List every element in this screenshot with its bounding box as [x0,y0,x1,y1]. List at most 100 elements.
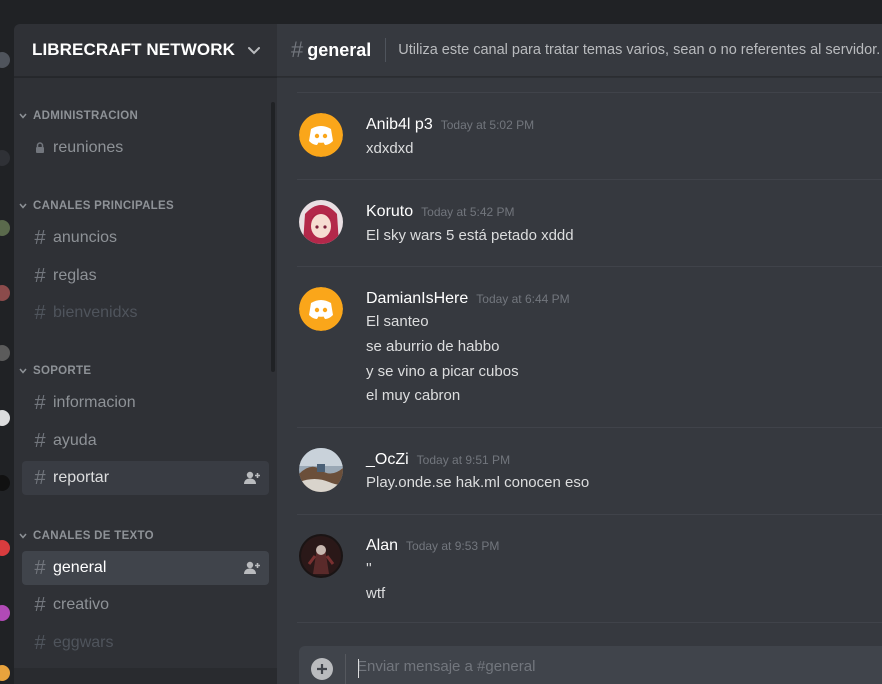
discord-default-avatar-icon [299,287,343,331]
channel-reuniones[interactable]: reuniones [22,131,269,165]
message-text: y se vino a picar cubos [366,363,519,380]
sidebar-scrollbar[interactable] [271,102,275,372]
server-icon[interactable] [0,150,10,166]
hash-icon: # [34,429,46,452]
chat-area: # general Utiliza este canal para tratar… [277,24,882,684]
chevron-down-icon [19,533,27,539]
channel-bienvenidxs[interactable]: # bienvenidxs [22,296,269,330]
dark-figure-avatar-icon [299,534,343,578]
channel-eggwars[interactable]: # eggwars [22,626,269,660]
channel-name: reportar [53,469,110,486]
message-text: el muy cabron [366,387,461,404]
message-divider [297,427,882,428]
hash-icon: # [34,226,46,249]
message-text: Play.onde.se hak.ml conocen eso [366,474,590,491]
message-composer [299,646,882,684]
category-administracion[interactable]: ADMINISTRACION [14,110,138,122]
chevron-down-icon[interactable] [247,43,261,57]
channel-sidebar: LIBRECRAFT NETWORK ADMINISTRACION reunio… [14,24,277,684]
message-author[interactable]: DamianIsHere [366,290,468,308]
category-label: CANALES DE TEXTO [33,530,154,542]
message-text: El sky wars 5 está petado xddd [366,227,574,244]
category-canales-principales[interactable]: CANALES PRINCIPALES [14,200,174,212]
chevron-down-icon [19,203,27,209]
message-text: El santeo [366,313,429,330]
channel-creativo[interactable]: # creativo [22,588,269,622]
category-canales-de-texto[interactable]: CANALES DE TEXTO [14,530,154,542]
message-author[interactable]: _OcZi [366,451,409,469]
server-icon[interactable] [0,220,10,236]
header-divider [385,38,387,62]
discord-default-avatar-icon [299,113,343,157]
message-divider [297,179,882,180]
hash-icon: # [291,37,304,62]
chevron-down-icon [19,368,27,374]
hash-icon: # [34,556,46,579]
message-author[interactable]: Koruto [366,203,413,221]
avatar[interactable] [299,448,343,492]
category-label: ADMINISTRACION [33,110,139,122]
text-caret [358,659,359,678]
channel-name: anuncios [53,229,118,246]
category-label: CANALES PRINCIPALES [33,200,174,212]
message-divider [297,622,882,623]
hash-icon: # [34,264,46,287]
channel-informacion[interactable]: # informacion [22,386,269,420]
message-header: DamianIsHere Today at 6:44 PM [366,290,570,308]
message-author[interactable]: Alan [366,537,398,555]
message-timestamp: Today at 9:51 PM [416,453,511,467]
discord-app: LIBRECRAFT NETWORK ADMINISTRACION reunio… [0,0,882,684]
server-name: LIBRECRAFT NETWORK [32,40,235,59]
channel-name: creativo [53,596,110,613]
avatar[interactable] [299,287,343,331]
plus-icon [317,664,327,674]
composer-divider [345,654,346,684]
server-icon[interactable] [0,285,10,301]
channel-name: bienvenidxs [53,304,138,321]
channel-reportar[interactable]: # reportar [22,461,269,495]
server-list [0,0,14,684]
channel-general[interactable]: # general [22,551,269,585]
channel-topic[interactable]: Utiliza este canal para tratar temas var… [398,42,880,58]
server-header[interactable]: LIBRECRAFT NETWORK [14,24,277,77]
hash-icon: # [34,301,46,324]
message-timestamp: Today at 6:44 PM [476,292,570,306]
channel-reglas[interactable]: # reglas [22,259,269,293]
channel-name: informacion [53,394,136,411]
message-input[interactable] [357,658,877,675]
hash-icon: # [34,631,46,654]
message-text: wtf [366,585,386,602]
message-divider [297,266,882,267]
avatar[interactable] [299,534,343,578]
message-header: _OcZi Today at 9:51 PM [366,451,510,469]
message-text: xdxdxd [366,140,414,157]
server-icon[interactable] [0,52,10,68]
landscape-avatar-icon [299,448,343,492]
avatar[interactable] [299,113,343,157]
channel-name: reuniones [53,139,124,156]
chevron-down-icon [19,113,27,119]
channel-header: # general Utiliza este canal para tratar… [277,24,882,77]
user-panel [14,668,277,684]
category-soporte[interactable]: SOPORTE [14,365,91,377]
upload-button[interactable] [311,658,333,680]
message-timestamp: Today at 5:02 PM [440,118,535,132]
channel-ayuda[interactable]: # ayuda [22,424,269,458]
server-icon[interactable] [0,540,10,556]
hash-icon: # [34,466,46,489]
channel-anuncios[interactable]: # anuncios [22,221,269,255]
server-icon[interactable] [0,475,10,491]
server-icon[interactable] [0,410,10,426]
server-icon[interactable] [0,605,10,621]
server-icon[interactable] [0,345,10,361]
message-divider [297,92,882,93]
category-label: SOPORTE [33,365,92,377]
avatar[interactable] [299,200,343,244]
message-divider [297,514,882,515]
hash-icon: # [34,391,46,414]
add-user-icon[interactable] [243,560,261,576]
channel-name: ayuda [53,432,97,449]
message-author[interactable]: Anib4l p3 [366,116,433,134]
add-user-icon[interactable] [243,470,261,486]
server-icon[interactable] [0,665,10,681]
